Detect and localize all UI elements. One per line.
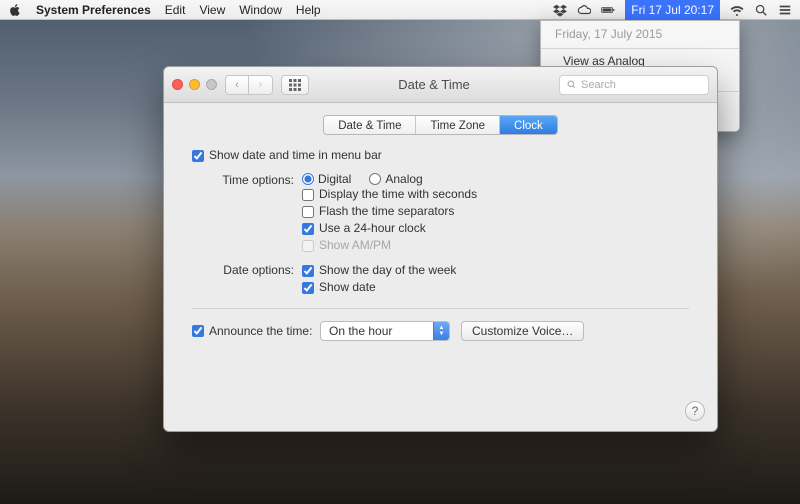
- spotlight-icon[interactable]: [754, 3, 768, 17]
- show-all-button[interactable]: [281, 75, 309, 95]
- search-input[interactable]: Search: [559, 75, 709, 95]
- tab-date-time[interactable]: Date & Time: [324, 116, 416, 134]
- minimize-icon[interactable]: [189, 79, 200, 90]
- clock-menu-header: Friday, 17 July 2015: [541, 25, 739, 45]
- 24h-checkbox[interactable]: [302, 223, 314, 235]
- radio-analog[interactable]: Analog: [369, 172, 422, 186]
- apple-menu-icon[interactable]: [8, 3, 22, 17]
- battery-icon[interactable]: [601, 3, 615, 17]
- prefs-window: ‹ › Date & Time Search Date & Time Time …: [163, 66, 718, 432]
- window-title: Date & Time: [317, 77, 551, 92]
- titlebar: ‹ › Date & Time Search: [164, 67, 717, 103]
- help-button[interactable]: ?: [685, 401, 705, 421]
- chevron-up-down-icon: ▲▼: [433, 322, 449, 340]
- forward-button: ›: [249, 75, 273, 95]
- tab-bar: Date & Time Time Zone Clock: [323, 115, 558, 135]
- announce-checkbox[interactable]: [192, 325, 204, 337]
- menu-window[interactable]: Window: [239, 3, 282, 17]
- dropbox-icon[interactable]: [553, 3, 567, 17]
- app-name[interactable]: System Preferences: [36, 3, 151, 17]
- seconds-checkbox[interactable]: [302, 189, 314, 201]
- date-options-label: Date options:: [192, 262, 302, 277]
- wifi-icon[interactable]: [730, 3, 744, 17]
- menubar: System Preferences Edit View Window Help…: [0, 0, 800, 20]
- show-in-menubar-checkbox[interactable]: [192, 150, 204, 162]
- zoom-icon[interactable]: [206, 79, 217, 90]
- menu-view[interactable]: View: [199, 3, 225, 17]
- show-in-menubar-label: Show date and time in menu bar: [209, 147, 382, 164]
- announce-interval-value: On the hour: [329, 323, 392, 340]
- menubar-clock[interactable]: Fri 17 Jul 20:17: [625, 0, 720, 20]
- time-options-label: Time options:: [192, 172, 302, 187]
- divider: [192, 308, 689, 309]
- menu-help[interactable]: Help: [296, 3, 321, 17]
- customize-voice-button[interactable]: Customize Voice…: [461, 321, 584, 341]
- ampm-checkbox: [302, 240, 314, 252]
- seconds-label: Display the time with seconds: [319, 186, 477, 203]
- notifications-icon[interactable]: [778, 3, 792, 17]
- cloud-icon[interactable]: [577, 3, 591, 17]
- ampm-label: Show AM/PM: [319, 237, 391, 254]
- tab-time-zone[interactable]: Time Zone: [416, 116, 500, 134]
- menu-edit[interactable]: Edit: [165, 3, 186, 17]
- flash-label: Flash the time separators: [319, 203, 454, 220]
- show-day-checkbox[interactable]: [302, 265, 314, 277]
- announce-label: Announce the time:: [209, 323, 315, 340]
- back-button[interactable]: ‹: [225, 75, 249, 95]
- show-date-checkbox[interactable]: [302, 282, 314, 294]
- flash-checkbox[interactable]: [302, 206, 314, 218]
- announce-interval-select[interactable]: On the hour ▲▼: [320, 321, 450, 341]
- tab-clock[interactable]: Clock: [500, 116, 557, 134]
- show-date-label: Show date: [319, 279, 376, 296]
- close-icon[interactable]: [172, 79, 183, 90]
- show-day-label: Show the day of the week: [319, 262, 456, 279]
- 24h-label: Use a 24-hour clock: [319, 220, 426, 237]
- radio-digital[interactable]: Digital: [302, 172, 351, 186]
- divider: [541, 48, 739, 49]
- search-placeholder: Search: [581, 79, 616, 91]
